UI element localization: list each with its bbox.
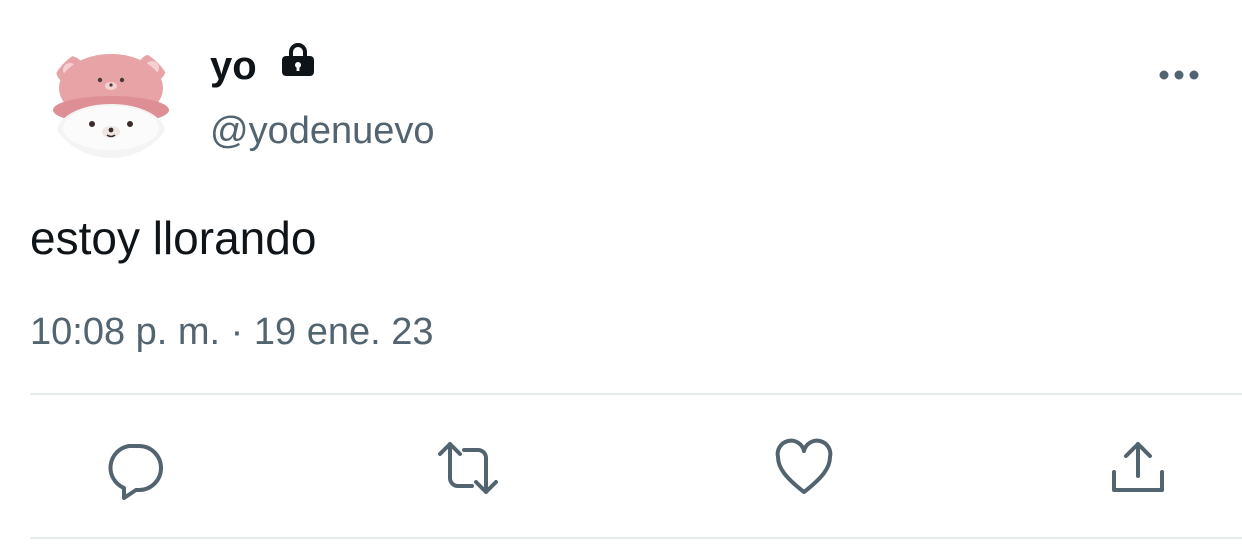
tweet-card: yo @yodenuevo estoy llorando 10:08 p. m.… (0, 0, 1242, 558)
bear-hat-avatar-icon (48, 44, 174, 158)
like-button[interactable] (772, 436, 836, 500)
more-horizontal-icon[interactable] (1154, 60, 1204, 90)
retweet-button[interactable] (436, 436, 500, 500)
divider (30, 537, 1242, 539)
divider (30, 393, 1242, 395)
retweet-icon (438, 442, 498, 494)
lock-icon (278, 40, 318, 80)
share-button[interactable] (1106, 436, 1170, 500)
user-handle[interactable]: @yodenuevo (210, 106, 435, 156)
display-name[interactable]: yo (210, 38, 257, 94)
reply-button[interactable] (102, 436, 166, 500)
tweet-timestamp[interactable]: 10:08 p. m. · 19 ene. 23 (30, 306, 434, 358)
heart-icon (775, 438, 833, 494)
reply-bubble-icon (108, 444, 163, 500)
share-icon (1112, 442, 1164, 492)
tweet-text: estoy llorando (30, 212, 317, 264)
avatar[interactable] (48, 44, 174, 158)
